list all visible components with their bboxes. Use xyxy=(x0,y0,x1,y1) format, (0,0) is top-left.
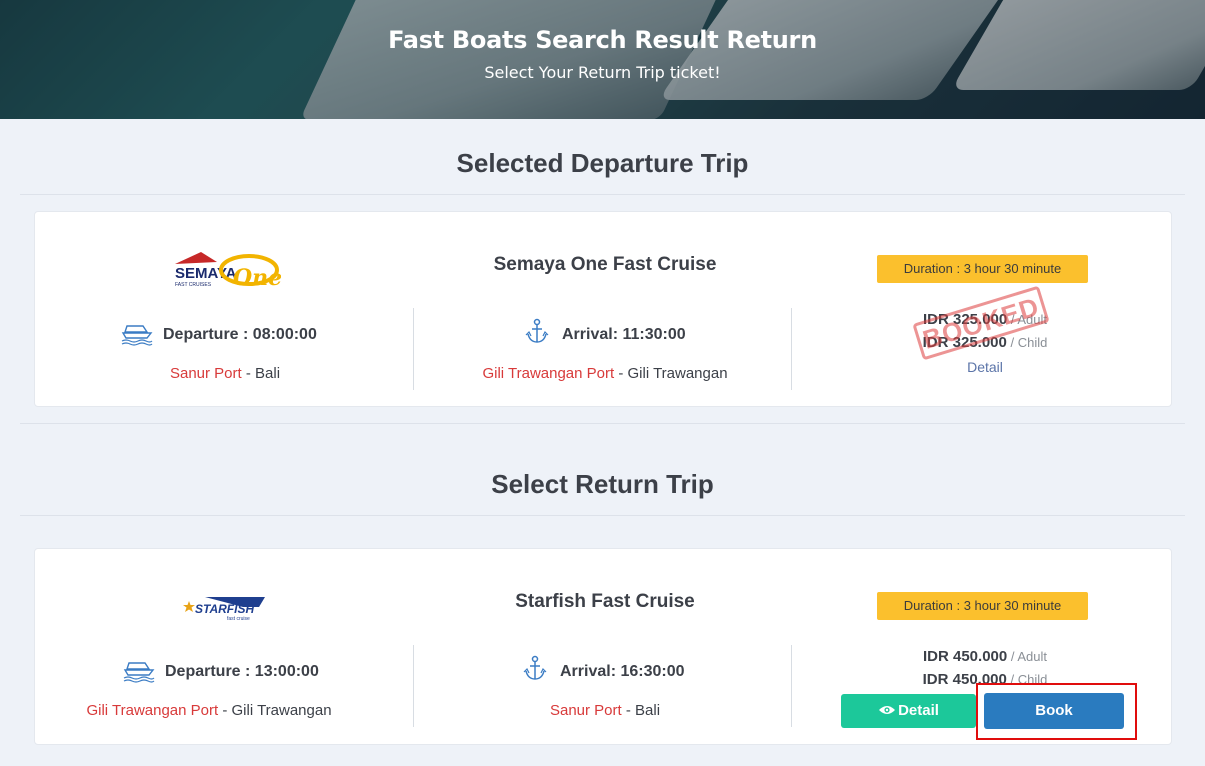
operator-name: Semaya One Fast Cruise xyxy=(493,254,717,275)
departure-section-title: Selected Departure Trip xyxy=(456,148,749,178)
departure-time: Departure : 13:00:00 xyxy=(165,663,319,680)
arrival-port: Sanur Port xyxy=(549,702,622,719)
svg-text:One: One xyxy=(233,265,281,290)
boat-icon xyxy=(121,325,153,346)
anchor-icon xyxy=(525,318,549,343)
arrival-region: - Bali xyxy=(621,702,661,719)
highlight-box xyxy=(976,683,1137,740)
column-divider xyxy=(791,308,792,390)
arrival-port-row: Sanur Port - Bali xyxy=(435,702,775,719)
arrival-time: Arrival: 11:30:00 xyxy=(562,326,686,343)
semaya-one-logo: SEMAYA FAST CRUISES One xyxy=(171,242,282,291)
arrival-time-row: Arrival: 16:30:00 xyxy=(523,655,763,687)
eye-icon xyxy=(879,706,896,714)
detail-link[interactable]: Detail xyxy=(815,359,1155,375)
return-section-title: Select Return Trip xyxy=(491,469,714,499)
column-divider xyxy=(791,645,792,727)
svg-text:STARFISH: STARFISH xyxy=(195,602,254,616)
duration-badge: Duration : 3 hour 30 minute xyxy=(877,592,1088,620)
divider xyxy=(20,194,1185,195)
departure-region: - Bali xyxy=(241,365,281,382)
divider xyxy=(20,515,1185,516)
anchor-icon xyxy=(523,655,547,680)
departure-trip-card: SEMAYA FAST CRUISES One Semaya One Fast … xyxy=(34,211,1172,407)
arrival-time-row: Arrival: 11:30:00 xyxy=(525,318,765,350)
departure-port: Gili Trawangan Port xyxy=(86,702,219,719)
arrival-region: - Gili Trawangan xyxy=(614,365,728,382)
price-adult: IDR 450.000 / Adult xyxy=(923,648,1047,665)
divider xyxy=(20,423,1185,424)
operator-name: Starfish Fast Cruise xyxy=(515,591,695,612)
page-title: Fast Boats Search Result Return xyxy=(388,26,817,54)
column-divider xyxy=(413,645,414,727)
departure-time-row: Departure : 08:00:00 xyxy=(121,324,381,350)
departure-port-row: Gili Trawangan Port - Gili Trawangan xyxy=(59,702,359,719)
starfish-logo: STARFISH fast cruise xyxy=(183,593,269,623)
arrival-port: Gili Trawangan Port xyxy=(482,365,615,382)
detail-button[interactable]: Detail xyxy=(841,694,976,728)
arrival-time: Arrival: 16:30:00 xyxy=(560,663,685,680)
column-divider xyxy=(413,308,414,390)
boat-icon xyxy=(123,662,155,683)
duration-badge: Duration : 3 hour 30 minute xyxy=(877,255,1088,283)
hero-banner: Fast Boats Search Result Return Select Y… xyxy=(0,0,1205,119)
svg-text:fast cruise: fast cruise xyxy=(227,616,250,622)
page-subtitle: Select Your Return Trip ticket! xyxy=(484,63,721,82)
departure-port: Sanur Port xyxy=(169,365,242,382)
departure-time: Departure : 08:00:00 xyxy=(163,326,317,343)
svg-text:FAST CRUISES: FAST CRUISES xyxy=(175,282,212,288)
departure-region: - Gili Trawangan xyxy=(218,702,332,719)
departure-port-row: Sanur Port - Bali xyxy=(75,365,375,382)
arrival-port-row: Gili Trawangan Port - Gili Trawangan xyxy=(435,365,775,382)
departure-time-row: Departure : 13:00:00 xyxy=(123,661,383,687)
detail-button-label: Detail xyxy=(898,702,939,719)
